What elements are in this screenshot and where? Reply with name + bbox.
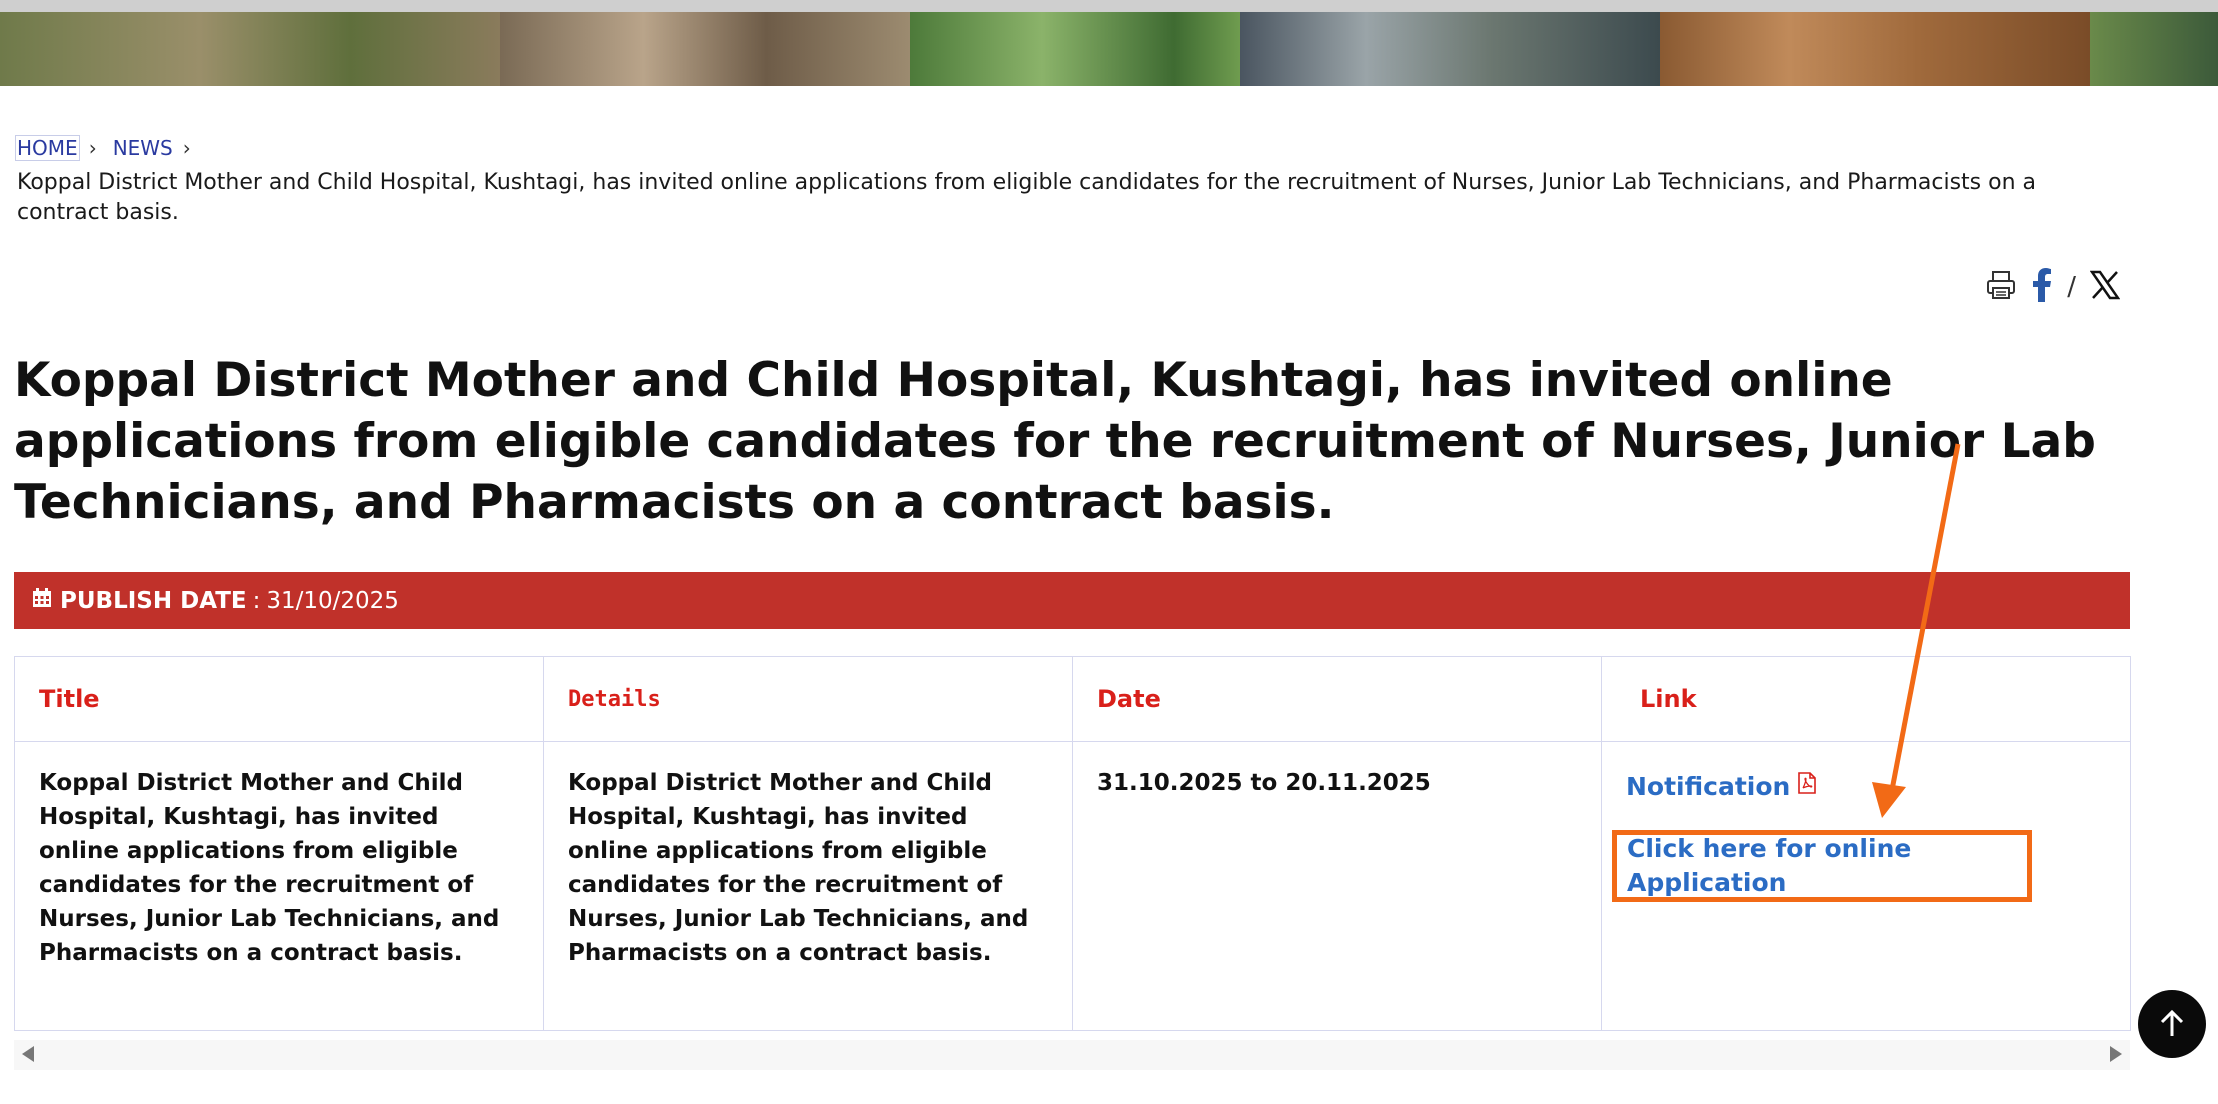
print-icon[interactable]: [1985, 269, 2017, 305]
cell-title: Koppal District Mother and Child Hospita…: [14, 741, 544, 1031]
column-header-link: Link: [1601, 656, 2131, 742]
breadcrumb-home-link[interactable]: HOME: [15, 135, 80, 161]
cell-date: 31.10.2025 to 20.11.2025: [1072, 741, 1602, 1031]
x-icon[interactable]: [2089, 270, 2121, 304]
back-to-top-button[interactable]: [2138, 990, 2206, 1058]
calendar-icon: [32, 587, 52, 614]
banner-photo-stepwell: [1660, 12, 2090, 86]
column-header-details: Details: [543, 656, 1073, 742]
share-separator: /: [2067, 272, 2076, 302]
chevron-right-icon: ›: [88, 136, 97, 160]
recruitment-table: Title Details Date Link Koppal District …: [14, 656, 2131, 1031]
banner-top-strip: [0, 0, 2218, 12]
column-header-title: Title: [14, 656, 544, 742]
horizontal-scrollbar[interactable]: [14, 1040, 2130, 1070]
pdf-icon[interactable]: [1798, 770, 1817, 804]
publish-date-separator: :: [252, 587, 261, 614]
banner-photo-landscape: [0, 12, 500, 86]
header-banner: [0, 0, 2218, 86]
facebook-icon[interactable]: [2031, 268, 2053, 306]
arrow-up-icon: [2160, 1009, 2184, 1036]
banner-photo-field: [910, 12, 1240, 86]
online-application-link[interactable]: Click here for online Application: [1627, 832, 2027, 900]
breadcrumb-news-link[interactable]: NEWS: [113, 136, 173, 160]
publish-date-bar: PUBLISH DATE : 31/10/2025: [14, 572, 2130, 629]
cell-link: Notification Click here for online Appli…: [1601, 741, 2131, 1031]
notification-link[interactable]: Notification: [1626, 770, 1790, 804]
breadcrumb-current: Koppal District Mother and Child Hospita…: [17, 170, 2037, 225]
notification-link-row: Notification: [1626, 770, 2106, 804]
scroll-right-icon[interactable]: [2110, 1046, 2122, 1062]
scroll-left-icon[interactable]: [22, 1046, 34, 1062]
apply-link-highlight: Click here for online Application: [1612, 830, 2032, 902]
column-header-date: Date: [1072, 656, 1602, 742]
cell-details: Koppal District Mother and Child Hospita…: [543, 741, 1073, 1031]
publish-date-label: PUBLISH DATE: [60, 587, 247, 614]
table-header-row: Title Details Date Link: [14, 656, 2131, 742]
banner-photo-fort: [2090, 12, 2218, 86]
banner-photo-temple: [500, 12, 910, 86]
table-row: Koppal District Mother and Child Hospita…: [14, 741, 2131, 1031]
breadcrumb: HOME › NEWS ›: [15, 135, 207, 161]
banner-photo-lake: [1240, 12, 1660, 86]
publish-date-value: 31/10/2025: [266, 587, 399, 614]
page-title: Koppal District Mother and Child Hospita…: [14, 353, 2096, 530]
share-toolbar: /: [1985, 268, 2121, 306]
chevron-right-icon: ›: [182, 136, 191, 160]
